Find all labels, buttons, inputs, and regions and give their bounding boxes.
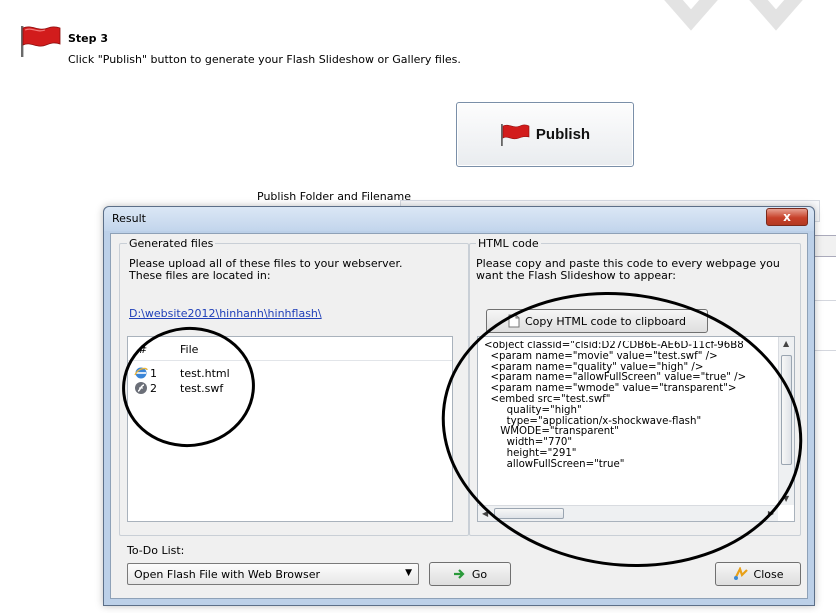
go-arrow-icon: [453, 569, 465, 579]
publish-button-label: Publish: [535, 126, 591, 143]
dialog-titlebar: Result x: [104, 207, 814, 231]
close-button[interactable]: Close: [715, 562, 801, 586]
flag-icon: [500, 123, 530, 146]
folder-link[interactable]: D:\website2012\hinhanh\hinhflash\: [129, 307, 322, 320]
instructions-line2: want the Flash Slideshow to appear:: [476, 269, 676, 282]
chevron-down-icon: ▼: [405, 568, 412, 578]
close-arrow-icon: [733, 567, 748, 580]
scroll-up-icon[interactable]: ▲: [783, 339, 789, 348]
generated-files-instructions: Please upload all of these files to your…: [129, 258, 459, 282]
step-flag-icon: [18, 24, 62, 61]
go-button[interactable]: Go: [429, 562, 511, 586]
publish-folder-label: Publish Folder and Filename: [257, 190, 411, 203]
dialog-title: Result: [112, 212, 146, 225]
step-title: Step 3: [68, 32, 108, 45]
publish-button[interactable]: Publish: [456, 102, 634, 167]
todo-label: To-Do List:: [127, 544, 185, 557]
html-code-instructions: Please copy and paste this code to every…: [476, 258, 796, 282]
instructions-line2: These files are located in:: [129, 269, 271, 282]
html-code-title: HTML code: [476, 237, 541, 250]
generated-files-title: Generated files: [127, 237, 216, 250]
todo-selected-value: Open Flash File with Web Browser: [134, 568, 320, 581]
todo-select[interactable]: Open Flash File with Web Browser ▼: [127, 563, 419, 585]
browse-button-background: [812, 235, 836, 257]
watermark-icon: [664, 0, 803, 31]
dialog-close-button[interactable]: x: [766, 208, 808, 226]
divider: [812, 350, 836, 351]
go-label: Go: [471, 567, 488, 581]
divider: [812, 300, 836, 301]
close-label: Close: [753, 567, 784, 581]
close-icon: x: [783, 210, 791, 224]
step-description: Click "Publish" button to generate your …: [68, 53, 461, 66]
